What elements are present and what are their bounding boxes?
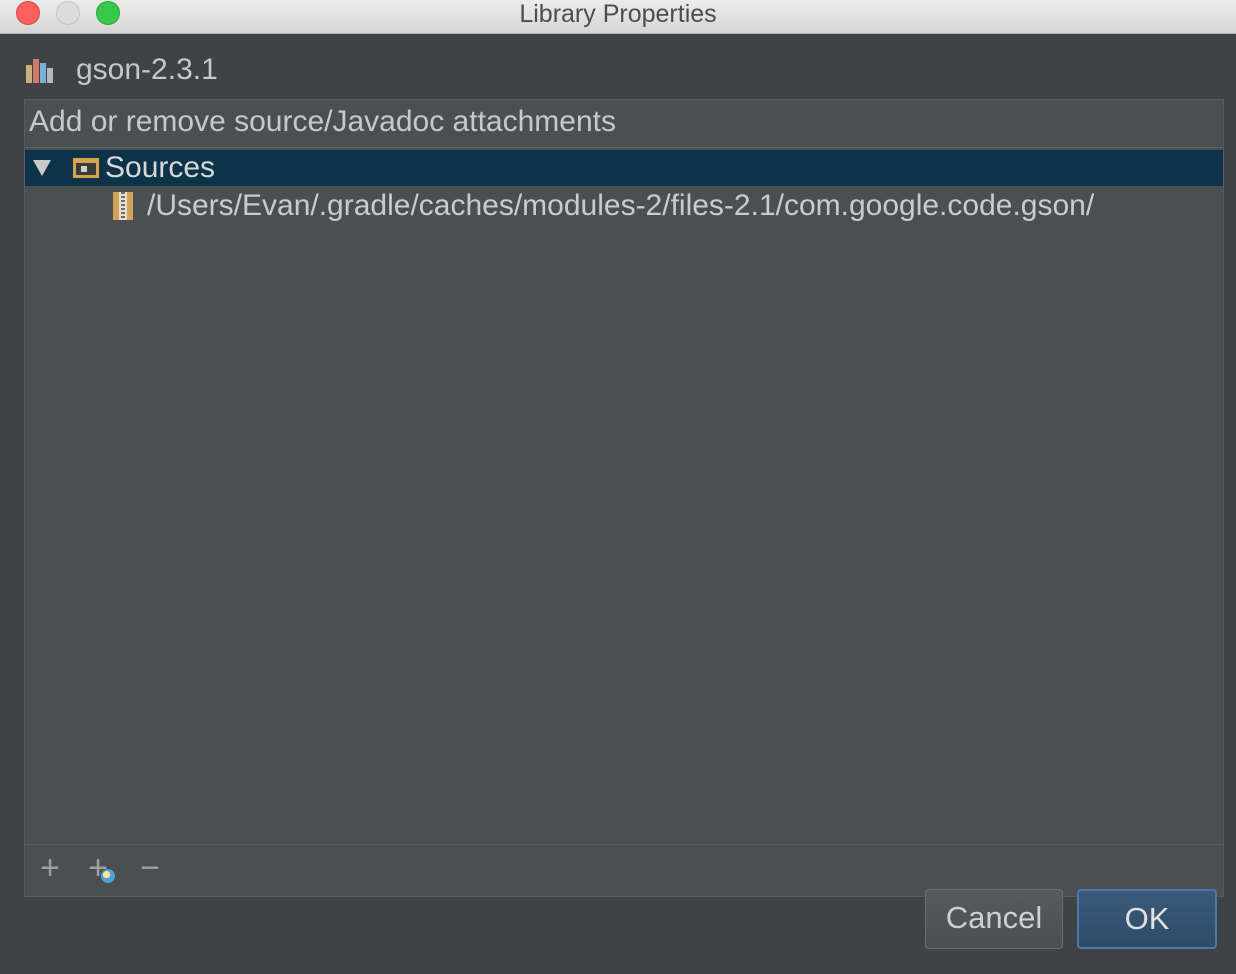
expand-triangle-icon[interactable]	[33, 160, 51, 176]
library-header: gson-2.3.1	[26, 52, 218, 88]
add-button[interactable]: +	[33, 851, 67, 885]
sources-label: Sources	[105, 151, 216, 184]
window-title: Library Properties	[519, 0, 717, 28]
globe-icon	[101, 869, 115, 883]
attachments-panel: Add or remove source/Javadoc attachments…	[24, 99, 1224, 897]
add-url-button[interactable]: +	[81, 851, 115, 885]
ok-button[interactable]: OK	[1077, 889, 1217, 949]
attachments-tree[interactable]: Sources /Users/Evan/.gradle/caches/modul…	[25, 148, 1223, 842]
cancel-button[interactable]: Cancel	[925, 889, 1063, 949]
minus-icon: −	[140, 849, 160, 887]
tree-node-source-path[interactable]: /Users/Evan/.gradle/caches/modules-2/fil…	[25, 188, 1223, 224]
title-bar: Library Properties	[0, 0, 1236, 34]
dialog-content: gson-2.3.1 Add or remove source/Javadoc …	[0, 34, 1236, 974]
remove-button[interactable]: −	[133, 851, 167, 885]
plus-icon: +	[40, 849, 60, 887]
jar-archive-icon	[113, 192, 133, 220]
source-folder-icon	[73, 158, 99, 178]
source-path-label: /Users/Evan/.gradle/caches/modules-2/fil…	[147, 189, 1095, 222]
tree-node-sources[interactable]: Sources	[25, 150, 1223, 186]
attachments-header: Add or remove source/Javadoc attachments	[25, 100, 1223, 148]
library-icon	[26, 57, 54, 83]
library-name: gson-2.3.1	[76, 53, 218, 86]
